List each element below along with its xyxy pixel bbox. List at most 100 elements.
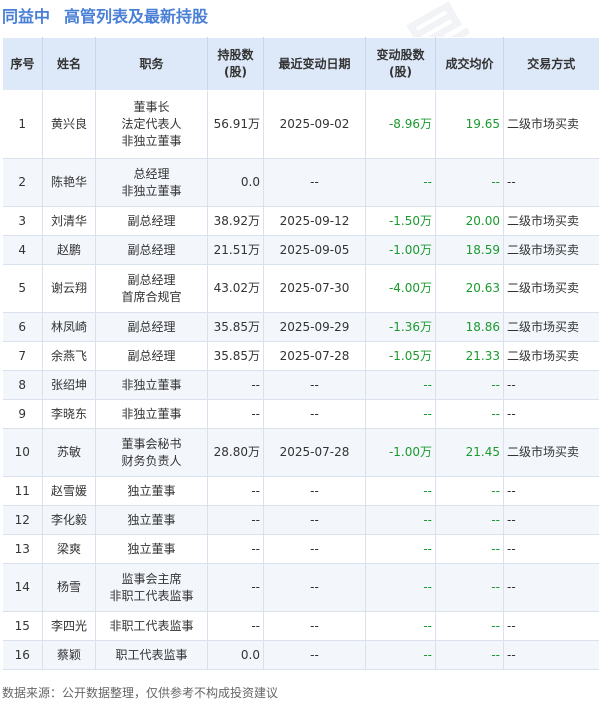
- change-date-cell: 2025-09-02: [263, 90, 366, 159]
- position-line: 独立董事: [127, 512, 176, 527]
- trade-method-cell: --: [503, 534, 599, 564]
- avg-price-cell: 18.86: [435, 312, 504, 342]
- trade-method-cell: --: [503, 640, 599, 670]
- position-cell: 总经理 非独立董事: [95, 158, 208, 207]
- column-header: 成交均价: [435, 37, 504, 91]
- position-line: 副总经理: [127, 348, 176, 363]
- avg-price-cell: 21.45: [435, 428, 504, 477]
- table-row: 9 李晓东 非独立董事 -- -- -- -- --: [2, 399, 599, 429]
- table-row: 5 谢云翔 副总经理 首席合规官 43.02万 2025-07-30 -4.00万 20.63…: [2, 264, 599, 313]
- position-line: 非独立董事: [121, 183, 182, 198]
- table-header-row: 序号 姓名 职务 持股数 (股) 最近变动日期 变动股数 (股) 成交均价 交易方式: [2, 37, 599, 91]
- trade-method-cell: 二级市场买卖: [503, 235, 599, 265]
- row-number-cell: 7: [2, 341, 43, 371]
- executive-table-wrapper: 序号 姓名 职务 持股数 (股) 最近变动日期 变动股数 (股) 成交均价 交易方式 1 黄兴良 董事…: [2, 37, 599, 670]
- shares-cell: 0.0: [207, 640, 264, 670]
- avg-price-cell: --: [435, 611, 504, 641]
- change-shares-cell: --: [365, 370, 436, 400]
- avg-price-cell: 21.33: [435, 341, 504, 371]
- shares-cell: --: [207, 563, 264, 612]
- avg-price-cell: 20.63: [435, 264, 504, 313]
- avg-price-cell: 19.65: [435, 90, 504, 159]
- name-cell: 李化毅: [42, 505, 96, 535]
- position-line: 监事会主席: [121, 571, 182, 586]
- row-number-cell: 9: [2, 399, 43, 429]
- change-shares-cell: --: [365, 611, 436, 641]
- row-number-cell: 15: [2, 611, 43, 641]
- row-number-cell: 11: [2, 476, 43, 506]
- table-row: 4 赵鹏 副总经理 21.51万 2025-09-05 -1.00万 18.59 二级市场买卖: [2, 235, 599, 265]
- change-shares-cell: --: [365, 640, 436, 670]
- position-line: 副总经理: [127, 272, 176, 287]
- change-date-cell: --: [263, 611, 366, 641]
- row-number-cell: 2: [2, 158, 43, 207]
- position-cell: 独立董事: [95, 505, 208, 535]
- position-line: 非职工代表监事: [109, 588, 194, 603]
- change-date-cell: 2025-09-12: [263, 206, 366, 236]
- change-date-cell: --: [263, 370, 366, 400]
- trade-method-cell: --: [503, 158, 599, 207]
- change-shares-cell: --: [365, 399, 436, 429]
- trade-method-cell: --: [503, 370, 599, 400]
- shares-cell: --: [207, 476, 264, 506]
- change-shares-cell: --: [365, 563, 436, 612]
- position-line: 独立董事: [127, 541, 176, 556]
- position-line: 职工代表监事: [115, 647, 188, 662]
- name-cell: 黄兴良: [42, 90, 96, 159]
- position-cell: 独立董事: [95, 534, 208, 564]
- avg-price-cell: 20.00: [435, 206, 504, 236]
- position-cell: 职工代表监事: [95, 640, 208, 670]
- name-cell: 蔡颖: [42, 640, 96, 670]
- table-row: 16 蔡颖 职工代表监事 0.0 -- -- -- --: [2, 640, 599, 670]
- change-shares-cell: --: [365, 158, 436, 207]
- trade-method-cell: 二级市场买卖: [503, 428, 599, 477]
- shares-cell: 35.85万: [207, 341, 264, 371]
- position-cell: 副总经理: [95, 312, 208, 342]
- column-header: 序号: [2, 37, 43, 91]
- position-cell: 副总经理: [95, 341, 208, 371]
- row-number-cell: 16: [2, 640, 43, 670]
- shares-cell: --: [207, 505, 264, 535]
- change-date-cell: --: [263, 563, 366, 612]
- row-number-cell: 10: [2, 428, 43, 477]
- shares-cell: 56.91万: [207, 90, 264, 159]
- position-line: 副总经理: [127, 213, 176, 228]
- name-cell: 林凤崎: [42, 312, 96, 342]
- avg-price-cell: --: [435, 563, 504, 612]
- company-name: 同益中: [2, 7, 51, 26]
- column-header: 变动股数 (股): [365, 37, 436, 91]
- title-bar: 同益中 高管列表及最新持股: [0, 0, 600, 30]
- trade-method-cell: 二级市场买卖: [503, 312, 599, 342]
- table-row: 7 余燕飞 副总经理 35.85万 2025-07-28 -1.05万 21.33 二级市场买…: [2, 341, 599, 371]
- table-row: 11 赵雪媛 独立董事 -- -- -- -- --: [2, 476, 599, 506]
- change-shares-cell: --: [365, 476, 436, 506]
- position-line: 财务负责人: [121, 453, 182, 468]
- data-source-note: 数据来源：公开数据整理，仅供参考不构成投资建议: [2, 686, 279, 700]
- position-cell: 副总经理: [95, 235, 208, 265]
- shares-cell: --: [207, 611, 264, 641]
- change-date-cell: 2025-09-05: [263, 235, 366, 265]
- table-row: 12 李化毅 独立董事 -- -- -- -- --: [2, 505, 599, 535]
- name-cell: 杨雪: [42, 563, 96, 612]
- position-cell: 非职工代表监事: [95, 611, 208, 641]
- table-row: 13 梁爽 独立董事 -- -- -- -- --: [2, 534, 599, 564]
- trade-method-cell: --: [503, 399, 599, 429]
- shares-cell: 28.80万: [207, 428, 264, 477]
- name-cell: 赵鹏: [42, 235, 96, 265]
- avg-price-cell: --: [435, 399, 504, 429]
- position-line: 非独立董事: [121, 377, 182, 392]
- change-shares-cell: --: [365, 534, 436, 564]
- avg-price-cell: --: [435, 158, 504, 207]
- row-number-cell: 5: [2, 264, 43, 313]
- change-date-cell: --: [263, 399, 366, 429]
- position-line: 董事长: [133, 100, 170, 114]
- shares-cell: 38.92万: [207, 206, 264, 236]
- trade-method-cell: --: [503, 476, 599, 506]
- executive-table: 序号 姓名 职务 持股数 (股) 最近变动日期 变动股数 (股) 成交均价 交易方式 1 黄兴良 董事…: [2, 37, 599, 670]
- position-cell: 副总经理 首席合规官: [95, 264, 208, 313]
- position-cell: 非独立董事: [95, 370, 208, 400]
- trade-method-cell: --: [503, 611, 599, 641]
- position-cell: 监事会主席非职工代表监事: [95, 563, 208, 612]
- shares-cell: --: [207, 399, 264, 429]
- row-number-cell: 8: [2, 370, 43, 400]
